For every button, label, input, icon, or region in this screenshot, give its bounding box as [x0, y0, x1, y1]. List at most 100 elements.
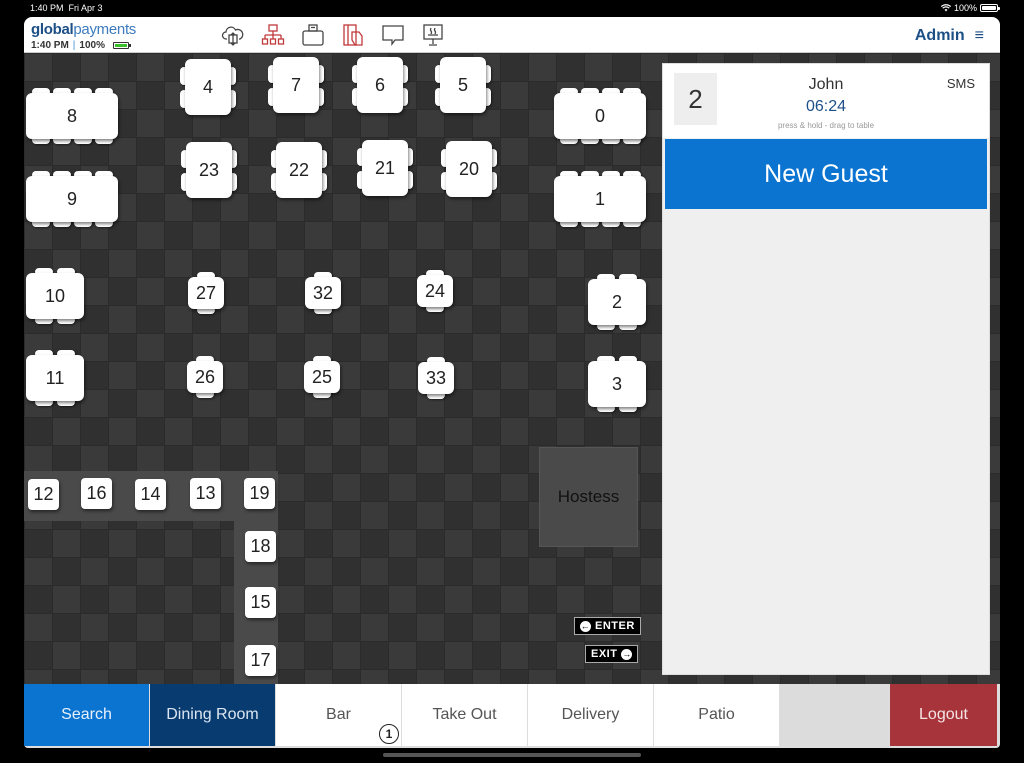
new-guest-label: New Guest: [764, 159, 888, 188]
bar-seat-17[interactable]: 17: [245, 645, 276, 676]
network-icon[interactable]: [260, 22, 286, 48]
table-6[interactable]: 6: [357, 57, 403, 113]
bar-seat-label: 13: [195, 483, 216, 503]
table-2[interactable]: 2: [588, 279, 646, 325]
tab-empty: [780, 684, 890, 746]
cloud-sync-icon[interactable]: [220, 22, 246, 48]
bar-seat-12[interactable]: 12: [28, 479, 59, 510]
ios-status-bar: 1:40 PM Fri Apr 3 100%: [0, 0, 1024, 16]
table-number: 4: [202, 76, 213, 97]
table-23[interactable]: 23: [186, 142, 232, 198]
tab-dining-room[interactable]: Dining Room: [150, 684, 276, 746]
table-number: 9: [66, 188, 77, 209]
bar-seat-label: 18: [250, 536, 271, 556]
table-number: 8: [66, 105, 77, 126]
table-11[interactable]: 11: [26, 355, 84, 401]
exit-label: EXIT: [591, 648, 618, 660]
device-frame: 1:40 PM Fri Apr 3 100% globalpayments 1:…: [0, 0, 1024, 763]
globalpayments-logo: globalpayments: [31, 21, 136, 38]
arrow-right-icon: →: [621, 648, 633, 660]
table-26[interactable]: 26: [187, 361, 223, 393]
printer-icon[interactable]: [300, 22, 326, 48]
header-time: 1:40 PM: [31, 40, 69, 51]
tab-patio[interactable]: Patio: [654, 684, 780, 746]
table-number: 0: [594, 105, 605, 126]
table-number: 23: [198, 159, 220, 180]
tab-label: Delivery: [561, 706, 620, 723]
header-status: 1:40 PM | 100%: [31, 40, 131, 51]
table-1[interactable]: 1: [554, 176, 646, 222]
table-7[interactable]: 7: [273, 57, 319, 113]
battery-icon: [112, 42, 131, 49]
logo-light: payments: [73, 21, 137, 38]
device-battery-pct: 100%: [953, 3, 977, 13]
tab-delivery[interactable]: Delivery: [528, 684, 654, 746]
table-0[interactable]: 0: [554, 93, 646, 139]
chat-icon[interactable]: [380, 22, 406, 48]
bar-seat-15[interactable]: 15: [245, 587, 276, 618]
home-indicator: [383, 753, 641, 757]
logout-label: Logout: [919, 706, 968, 723]
table-number: 6: [374, 74, 385, 95]
table-33[interactable]: 33: [418, 362, 454, 394]
enter-label: ENTER: [595, 620, 635, 632]
table-9[interactable]: 9: [26, 176, 118, 222]
tab-bar[interactable]: Bar 1: [276, 684, 402, 746]
card-payment-icon[interactable]: [340, 22, 366, 48]
bar-seat-18[interactable]: 18: [245, 531, 276, 562]
kitchen-display-icon[interactable]: [420, 22, 446, 48]
bar-seat-label: 17: [250, 650, 271, 670]
waitlist-guest-card[interactable]: 2 John 06:24 press & hold - drag to tabl…: [663, 64, 989, 138]
table-number: 27: [195, 282, 217, 303]
table-number: 20: [458, 158, 480, 179]
tab-label: Search: [61, 706, 112, 723]
waitlist-panel: 2 John 06:24 press & hold - drag to tabl…: [662, 63, 990, 675]
arrow-left-icon: ←: [580, 620, 591, 632]
app-header: globalpayments 1:40 PM | 100% Admin ≡: [24, 17, 1000, 53]
table-number: 2: [611, 291, 622, 312]
bar-seat-14[interactable]: 14: [135, 479, 166, 510]
hamburger-menu-icon[interactable]: ≡: [975, 27, 984, 45]
table-20[interactable]: 20: [446, 141, 492, 197]
table-32[interactable]: 32: [305, 277, 341, 309]
table-4[interactable]: 4: [185, 59, 231, 115]
header-separator: |: [72, 40, 76, 51]
hostess-label: Hostess: [557, 487, 620, 506]
table-25[interactable]: 25: [304, 361, 340, 393]
device-time-text: 1:40 PM: [30, 3, 64, 13]
admin-menu[interactable]: Admin ≡: [915, 27, 984, 45]
bar-seat-16[interactable]: 16: [81, 478, 112, 509]
bar-seat-13[interactable]: 13: [190, 478, 221, 509]
device-date: Fri Apr 3: [68, 3, 103, 13]
tab-search[interactable]: Search: [24, 684, 150, 746]
bar-seat-label: 16: [86, 483, 107, 503]
header-battery-pct: 100%: [79, 40, 105, 51]
table-number: 33: [425, 367, 447, 388]
table-3[interactable]: 3: [588, 361, 646, 407]
table-10[interactable]: 10: [26, 273, 84, 319]
logout-button[interactable]: Logout: [890, 684, 998, 746]
table-27[interactable]: 27: [188, 277, 224, 309]
table-24[interactable]: 24: [417, 275, 453, 307]
table-21[interactable]: 21: [362, 140, 408, 196]
table-22[interactable]: 22: [276, 142, 322, 198]
status-right: 100%: [940, 3, 1000, 13]
table-8[interactable]: 8: [26, 93, 118, 139]
bar-count-badge: 1: [379, 724, 399, 744]
table-number: 25: [311, 366, 333, 387]
new-guest-button[interactable]: New Guest: [665, 139, 987, 209]
table-number: 22: [288, 159, 310, 180]
table-number: 32: [312, 282, 334, 303]
table-5[interactable]: 5: [440, 57, 486, 113]
table-number: 1: [594, 188, 605, 209]
enter-sign: ← ENTER: [574, 617, 641, 635]
table-number: 5: [457, 74, 468, 95]
table-number: 21: [374, 157, 396, 178]
bar-seat-label: 15: [250, 592, 271, 612]
sms-indicator[interactable]: SMS: [947, 76, 975, 91]
bar-seat-19[interactable]: 19: [244, 478, 275, 509]
tab-take-out[interactable]: Take Out: [402, 684, 528, 746]
bar-seat-label: 14: [140, 484, 161, 504]
bar-seat-label: 19: [249, 483, 270, 503]
guest-name: John: [808, 76, 844, 93]
